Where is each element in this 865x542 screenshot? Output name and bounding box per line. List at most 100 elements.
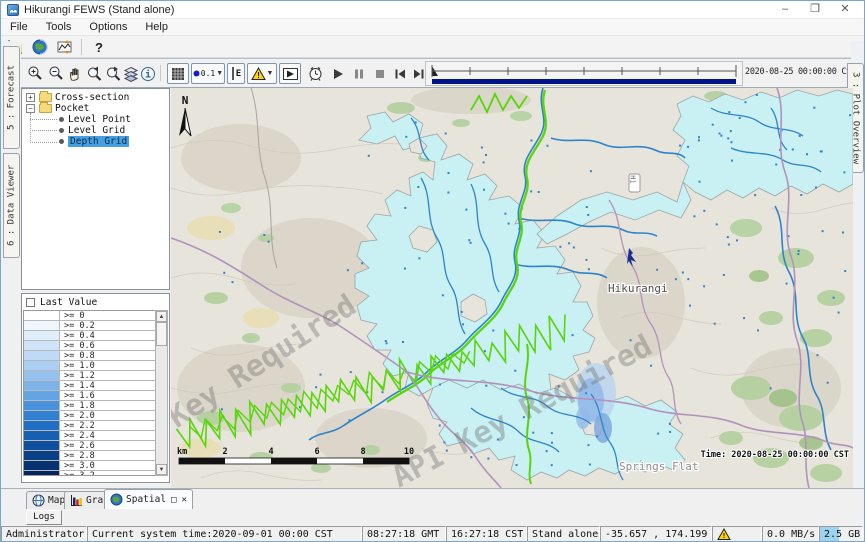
tab-spatial[interactable]: Spatial □ ✕ xyxy=(104,489,193,509)
legend-row[interactable]: >= 2.2 xyxy=(24,421,155,431)
spatial-display-icon[interactable] xyxy=(30,38,50,56)
legend-value: >= 2.6 xyxy=(64,441,95,451)
menu-tools[interactable]: Tools xyxy=(37,21,81,33)
minimize-button[interactable]: – xyxy=(770,1,800,18)
scroll-down-icon[interactable]: ▼ xyxy=(156,464,167,475)
tab-spatial-label: Spatial xyxy=(126,494,166,505)
svg-text:8: 8 xyxy=(360,447,365,457)
legend-swatch xyxy=(24,381,60,390)
tree-item-level-grid[interactable]: Level Grid xyxy=(68,125,125,136)
svg-text:10: 10 xyxy=(404,447,414,457)
legend-row[interactable]: >= 0 xyxy=(24,311,155,321)
stop-button[interactable] xyxy=(370,63,390,84)
legend-swatch xyxy=(24,451,60,460)
legend-row[interactable]: >= 1.8 xyxy=(24,401,155,411)
profile-display-icon[interactable] xyxy=(55,38,75,56)
pan-hand-icon[interactable] xyxy=(65,63,85,84)
warning-dropdown[interactable]: ! ▼ xyxy=(247,63,277,84)
expand-icon[interactable]: + xyxy=(26,93,35,102)
legend-row[interactable]: >= 0.4 xyxy=(24,331,155,341)
tree-item-cross-section[interactable]: Cross-section xyxy=(55,92,129,103)
window-title: Hikurangi FEWS (Stand alone) xyxy=(24,4,174,16)
tab-restore-icon[interactable]: □ xyxy=(171,495,176,505)
menu-file[interactable]: File xyxy=(1,21,37,33)
zoom-previous-icon[interactable] xyxy=(84,63,104,84)
legend-row[interactable]: >= 3.2 xyxy=(24,471,155,476)
help-button[interactable]: ? xyxy=(89,38,109,56)
legend-swatch xyxy=(24,431,60,440)
bullet-icon xyxy=(59,139,64,144)
zoom-in-icon[interactable] xyxy=(25,63,45,84)
legend-scrollbar[interactable]: ▲ ▼ xyxy=(155,310,168,476)
status-download-speed: 0.0 MB/s xyxy=(762,526,819,542)
legend-row[interactable]: >= 1.6 xyxy=(24,391,155,401)
legend-row[interactable]: >= 1.0 xyxy=(24,361,155,371)
last-value-checkbox[interactable] xyxy=(26,298,35,307)
tree-item-level-point[interactable]: Level Point xyxy=(68,114,131,125)
svg-text:2: 2 xyxy=(222,447,227,457)
legend-panel: Last Value >= 0 >= 0.2 >= 0.4 >= 0.6 >= … xyxy=(21,293,170,483)
close-button[interactable]: ✕ xyxy=(830,1,860,18)
legend-row[interactable]: >= 0.2 xyxy=(24,321,155,331)
timeline-ruler xyxy=(426,62,742,85)
map-view[interactable]: H1 API Key Required API Key Required Hik… xyxy=(171,88,853,488)
legend-row[interactable]: >= 3.0 xyxy=(24,461,155,471)
legend-row[interactable]: >= 2.4 xyxy=(24,431,155,441)
pause-button[interactable] xyxy=(349,63,369,84)
legend-row[interactable]: >= 1.2 xyxy=(24,371,155,381)
animation-timer-icon[interactable] xyxy=(305,63,325,84)
legend-row[interactable]: >= 2.8 xyxy=(24,451,155,461)
tree-row-level-grid[interactable]: Level Grid xyxy=(22,125,169,136)
legend-value: >= 0.8 xyxy=(64,351,95,361)
elevation-button[interactable]: E xyxy=(227,63,245,84)
tree-item-depth-grid-selected[interactable]: Depth Grid xyxy=(68,136,129,147)
tree-row-pocket[interactable]: − Pocket xyxy=(22,103,169,114)
info-icon[interactable]: i xyxy=(138,63,158,84)
chevron-down-icon: ▼ xyxy=(216,70,223,77)
skip-start-button[interactable] xyxy=(390,63,410,84)
status-warning-cell[interactable]: ! xyxy=(712,526,762,542)
zoom-out-icon[interactable] xyxy=(46,63,66,84)
tree-row-level-point[interactable]: Level Point xyxy=(22,114,169,125)
status-coordinates: -35.657 , 174.199 xyxy=(600,526,712,542)
scroll-up-icon[interactable]: ▲ xyxy=(156,311,167,322)
app-window: Hikurangi FEWS (Stand alone) – ❐ ✕ File … xyxy=(0,0,865,542)
legend-row[interactable]: >= 2.0 xyxy=(24,411,155,421)
legend-row[interactable]: >= 2.6 xyxy=(24,441,155,451)
status-bar: Administrator Current system time:2020-0… xyxy=(1,526,864,542)
legend-value: >= 1.6 xyxy=(64,391,95,401)
legend-row[interactable]: >= 0.6 xyxy=(24,341,155,351)
svg-text:N: N xyxy=(182,94,189,107)
tab-forecast[interactable]: 5 : Forecast xyxy=(3,46,20,149)
tree-item-pocket[interactable]: Pocket xyxy=(55,103,89,114)
logs-button[interactable]: Logs xyxy=(26,510,62,525)
legend-row[interactable]: >= 0.8 xyxy=(24,351,155,361)
menu-bar: File Tools Options Help xyxy=(1,19,864,36)
title-bar[interactable]: Hikurangi FEWS (Stand alone) – ❐ ✕ xyxy=(1,1,864,19)
status-system-time: Current system time:2020-09-01 00:00 CST xyxy=(87,526,362,542)
legend-row[interactable]: >= 1.4 xyxy=(24,381,155,391)
contour-threshold-dropdown[interactable]: 0.1 ▼ xyxy=(191,63,225,84)
legend-value: >= 1.2 xyxy=(64,371,95,381)
maximize-button[interactable]: ❐ xyxy=(800,1,830,18)
timeline-datetime: 2020-08-25 00:00:00 CST xyxy=(745,67,856,77)
legend-swatch xyxy=(24,421,60,430)
menu-help[interactable]: Help xyxy=(136,21,177,33)
timeline-slider[interactable] xyxy=(425,61,743,86)
grid-display-button[interactable] xyxy=(167,63,189,84)
tree-row-depth-grid[interactable]: Depth Grid xyxy=(22,136,169,147)
status-memory: 2.5 GB xyxy=(819,526,863,542)
collapse-icon[interactable]: − xyxy=(26,104,35,113)
movie-player-button[interactable] xyxy=(279,63,301,84)
legend-value: >= 0.6 xyxy=(64,341,95,351)
tab-data-viewer[interactable]: 6 : Data Viewer xyxy=(3,153,20,258)
legend-swatch xyxy=(24,461,60,470)
zoom-next-icon[interactable] xyxy=(103,63,123,84)
play-button[interactable] xyxy=(328,63,348,84)
tab-close-icon[interactable]: ✕ xyxy=(181,495,186,505)
road-shield: H1 xyxy=(629,174,641,192)
legend-title: Last Value xyxy=(40,297,97,308)
scrollbar-thumb[interactable] xyxy=(156,322,167,346)
menu-options[interactable]: Options xyxy=(80,21,136,33)
legend-swatch xyxy=(24,311,60,320)
